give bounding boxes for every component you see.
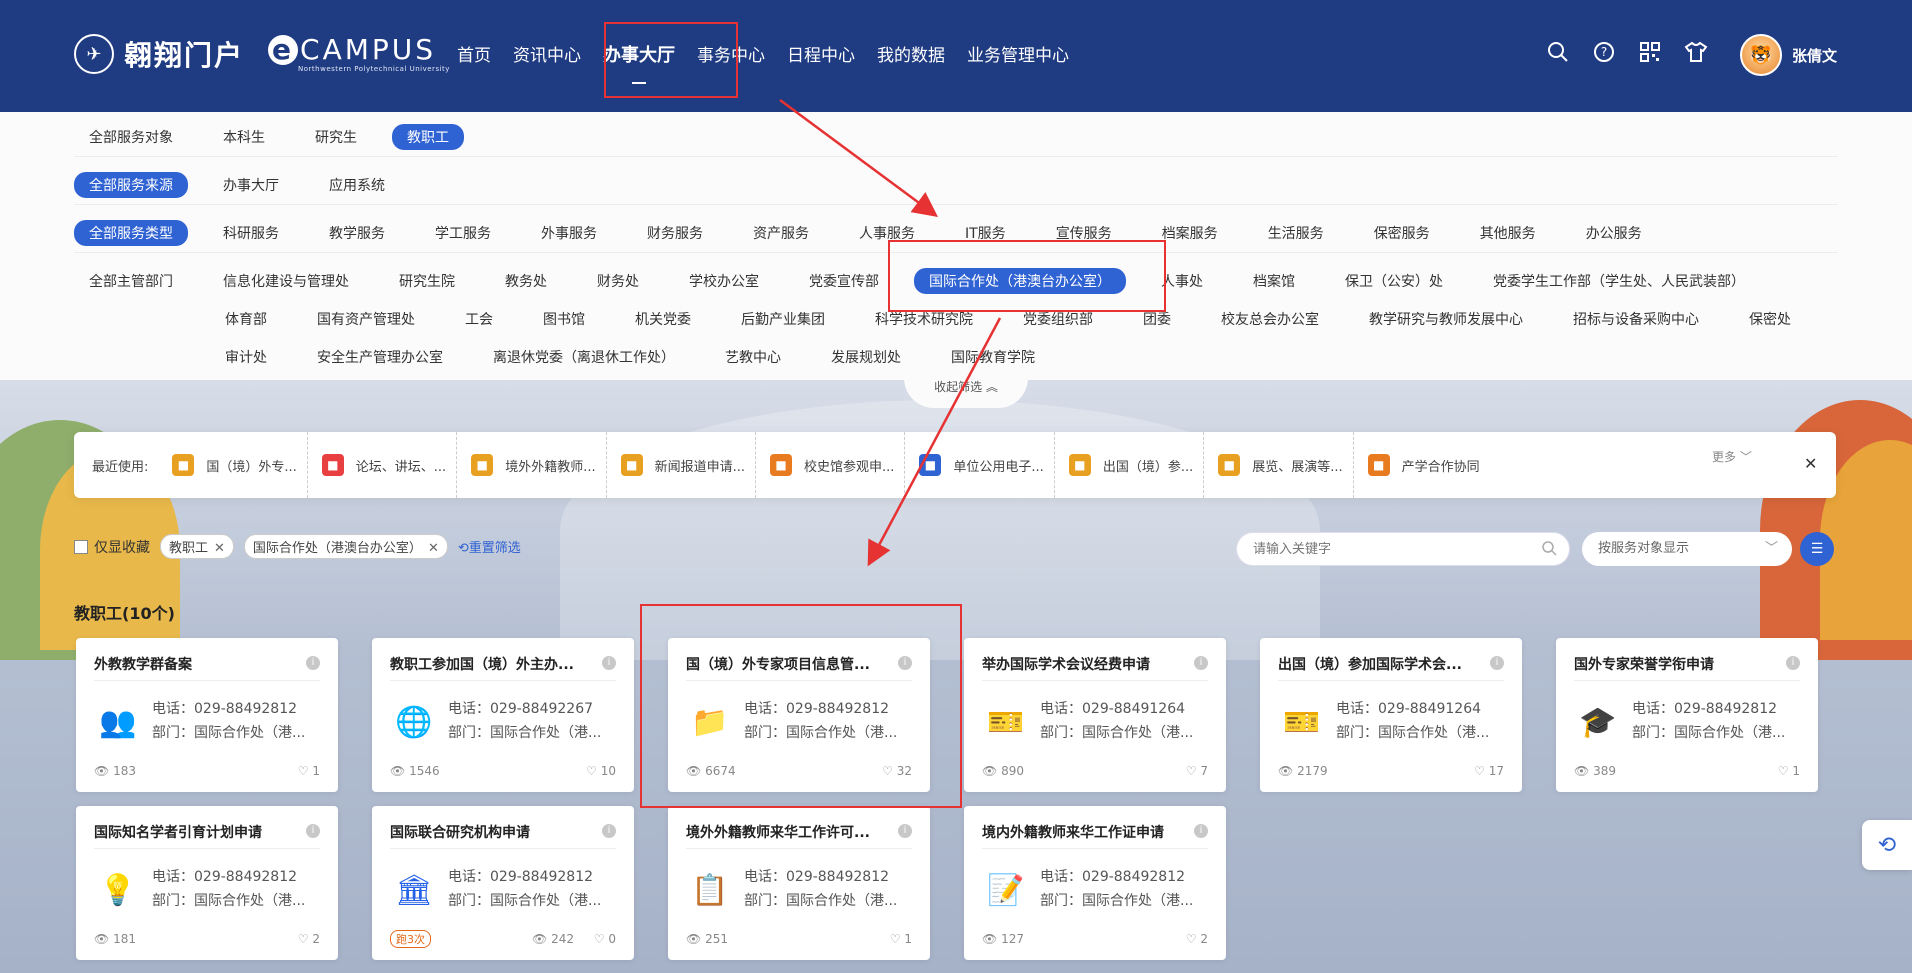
- assistant-icon: ⟲: [1877, 832, 1897, 858]
- floating-assistant-button[interactable]: ⟲: [1862, 820, 1912, 870]
- annotation-arrows: [779, 98, 1002, 567]
